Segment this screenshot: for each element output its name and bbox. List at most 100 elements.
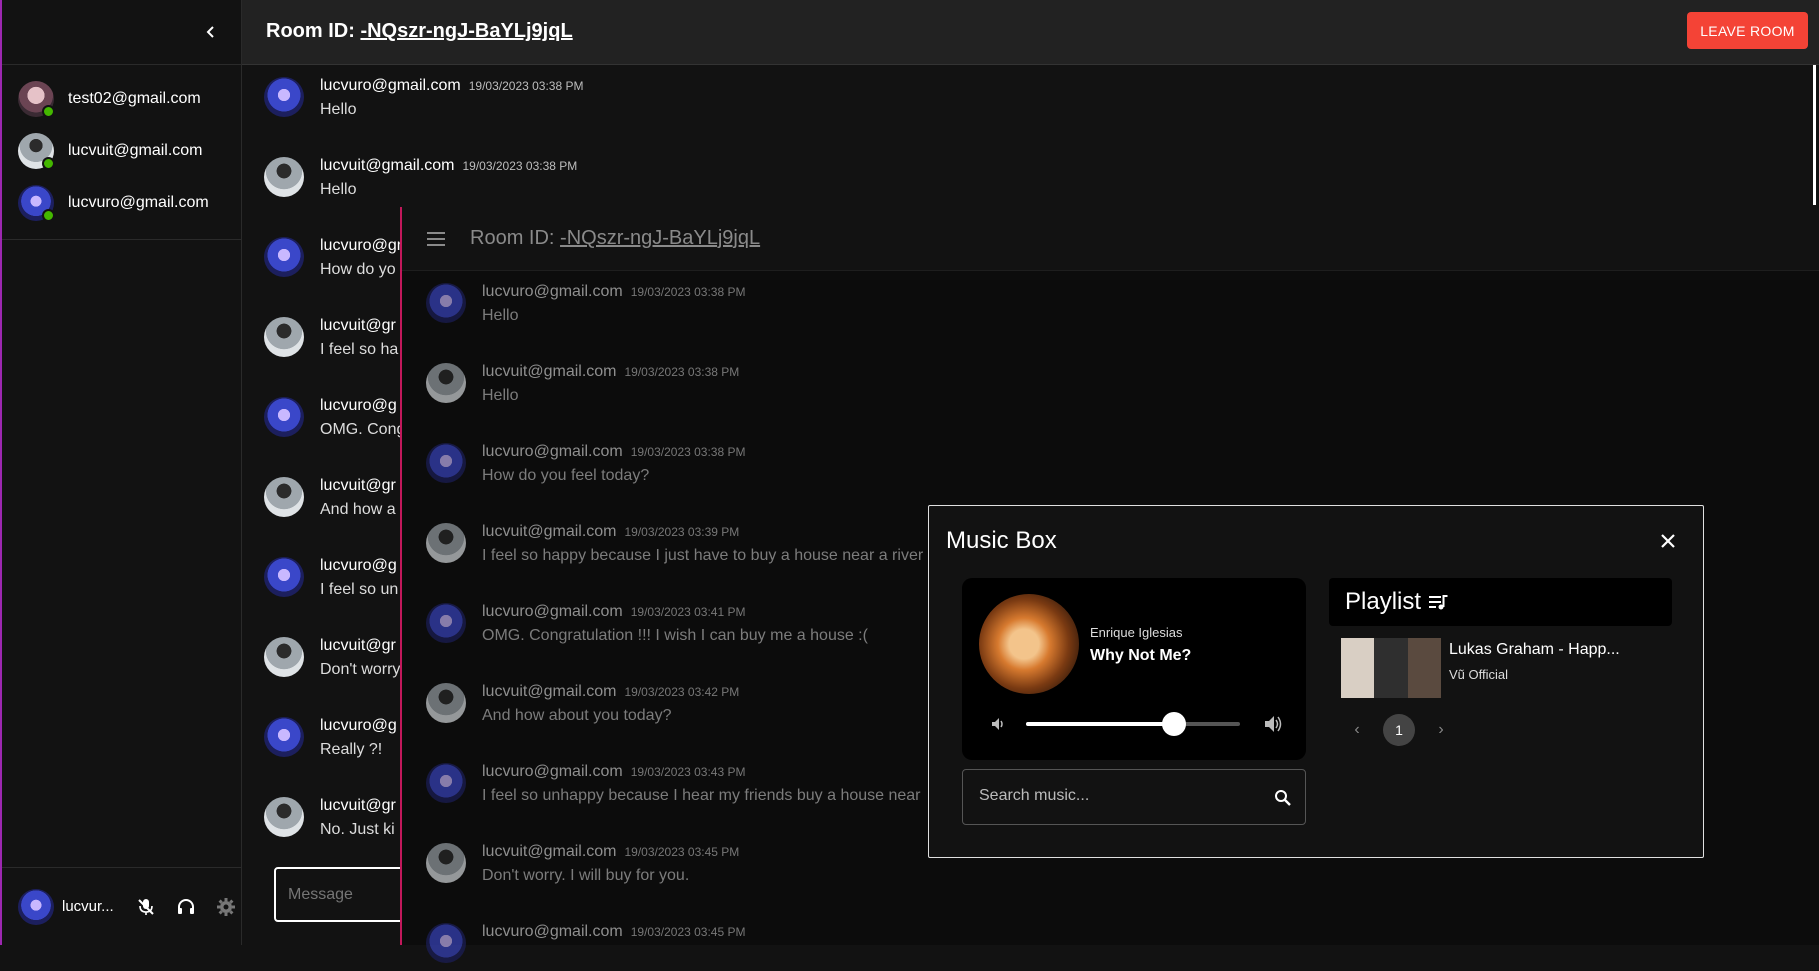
message-author-line: lucvuro@gmail.com 19/03/2023 03:41 PM — [482, 603, 746, 621]
message-text: OMG. Cong — [320, 421, 406, 438]
online-user-list: test02@gmail.com lucvuit@gmail.com lucvu… — [2, 65, 241, 240]
chevron-right-icon[interactable]: › — [1425, 714, 1457, 746]
user-email: lucvuro@gmail.com — [68, 194, 209, 211]
avatar — [18, 185, 55, 222]
message-time: 19/03/2023 03:45 PM — [624, 845, 740, 859]
user-item[interactable]: test02@gmail.com — [2, 73, 241, 125]
message-author-line: lucvuro@gmail.com 19/03/2023 03:38 PM — [482, 283, 746, 301]
message-author: lucvuro@gmail.com — [482, 443, 623, 460]
avatar — [426, 443, 466, 483]
message-time: 19/03/2023 03:43 PM — [630, 765, 746, 779]
message-time: 19/03/2023 03:45 PM — [630, 925, 746, 939]
dialog-title: Music Box — [946, 527, 1057, 554]
user-email: lucvuit@gmail.com — [68, 142, 203, 159]
music-box-dialog: Music Box Enrique Iglesias Why Not Me? P… — [928, 505, 1704, 858]
message-author: lucvuro@gmail.com — [482, 763, 623, 780]
avatar — [264, 797, 304, 837]
message-text: I feel so un — [320, 581, 399, 598]
avatar — [264, 477, 304, 517]
avatar — [264, 637, 304, 677]
user-item[interactable]: lucvuro@gmail.com — [2, 177, 241, 229]
message-text: I feel so ha — [320, 341, 399, 358]
search-icon[interactable] — [1271, 786, 1295, 810]
user-email: test02@gmail.com — [68, 90, 201, 107]
close-icon[interactable] — [1653, 526, 1683, 556]
room-label: Room ID: — [266, 20, 361, 42]
message-text: Don't worry. I will buy for you. — [482, 867, 690, 884]
message-author-line: lucvuro@gmail.com 19/03/2023 03:38 PM — [320, 77, 584, 95]
mic-off-icon[interactable] — [134, 895, 158, 919]
message-author: lucvuit@gr — [320, 317, 396, 334]
message-author: lucvuro@g — [320, 717, 397, 734]
message-time: 19/03/2023 03:41 PM — [630, 605, 746, 619]
room-header: Room ID: -NQszr-ngJ-BaYLj9jqL LEAVE ROOM — [242, 0, 1819, 65]
gear-icon[interactable] — [214, 895, 238, 919]
menu-icon[interactable] — [424, 227, 448, 251]
music-search-input[interactable] — [977, 786, 1261, 806]
message-text: Hello — [320, 181, 357, 198]
room-label: Room ID: — [470, 227, 561, 249]
music-player: Enrique Iglesias Why Not Me? — [962, 578, 1306, 760]
message-text: How do you feel today? — [482, 467, 650, 484]
avatar — [426, 763, 466, 803]
avatar — [426, 363, 466, 403]
current-user-bar: lucvur... — [2, 867, 241, 945]
volume-slider-thumb[interactable] — [1161, 712, 1186, 736]
message-text: And how a — [320, 501, 396, 518]
message-author: lucvuro@g — [320, 557, 397, 574]
room-id-link[interactable]: -NQszr-ngJ-BaYLj9jqL — [360, 20, 572, 42]
message-author-line: lucvuro@gmail.com 19/03/2023 03:38 PM — [482, 443, 746, 461]
message-text: No. Just ki — [320, 821, 395, 838]
message-author: lucvuit@gmail.com — [320, 157, 455, 174]
chevron-left-icon[interactable]: ‹ — [1341, 714, 1373, 746]
message-author: lucvuro@gmail.com — [482, 283, 623, 300]
track-title: Lukas Graham - Happ... — [1449, 641, 1620, 658]
headphones-icon[interactable] — [174, 895, 198, 919]
message-author: lucvuit@gmail.com — [482, 683, 617, 700]
chevron-left-icon[interactable] — [199, 20, 223, 44]
playlist-title: Playlist — [1345, 588, 1422, 615]
message-author-line: lucvuit@gmail.com 19/03/2023 03:42 PM — [482, 683, 739, 701]
room-id-link[interactable]: -NQszr-ngJ-BaYLj9jqL — [560, 227, 760, 249]
avatar — [426, 683, 466, 723]
track-channel: Vũ Official — [1449, 667, 1509, 682]
message-author: lucvuro@gmail.com — [482, 603, 623, 620]
message-time: 19/03/2023 03:38 PM — [462, 159, 578, 173]
message-author: lucvuro@gmail.com — [482, 923, 623, 940]
avatar — [426, 283, 466, 323]
message-text: Hello — [482, 307, 519, 324]
user-item[interactable]: lucvuit@gmail.com — [2, 125, 241, 177]
overlay-room-title: Room ID: -NQszr-ngJ-BaYLj9jqL — [470, 227, 760, 250]
online-badge — [42, 105, 55, 118]
page-title: Room ID: -NQszr-ngJ-BaYLj9jqL — [266, 20, 573, 43]
volume-slider[interactable] — [1026, 712, 1240, 736]
message-author: lucvuro@gm — [320, 237, 411, 254]
current-user-name: lucvur... — [62, 898, 114, 915]
volume-down-icon[interactable] — [988, 714, 1008, 734]
leave-room-button[interactable]: LEAVE ROOM — [1687, 12, 1808, 49]
avatar — [18, 81, 55, 118]
message-time: 19/03/2023 03:38 PM — [630, 285, 746, 299]
avatar — [264, 557, 304, 597]
message-author-line: lucvuit@gmail.com 19/03/2023 03:38 PM — [482, 363, 739, 381]
avatar — [264, 237, 304, 277]
message-author-line: lucvuit@gmail.com 19/03/2023 03:45 PM — [482, 843, 739, 861]
pagination: ‹ 1 › — [1341, 714, 1457, 746]
message-author: lucvuro@gmail.com — [320, 77, 461, 94]
message-text: I feel so unhappy because I hear my frie… — [482, 787, 921, 804]
message-author: lucvuit@gmail.com — [482, 843, 617, 860]
scrollbar[interactable] — [1813, 65, 1816, 205]
page-button[interactable]: 1 — [1383, 714, 1415, 746]
message-author-line: lucvuro@gmail.com 19/03/2023 03:45 PM — [482, 923, 746, 941]
artist-name: Enrique Iglesias — [1090, 625, 1183, 640]
message-text: And how about you today? — [482, 707, 672, 724]
volume-up-icon[interactable] — [1262, 713, 1284, 735]
playlist-track[interactable]: Lukas Graham - Happ... Vũ Official — [1341, 638, 1671, 700]
queue-music-icon — [1428, 592, 1450, 614]
message-text: I feel so happy because I just have to b… — [482, 547, 924, 564]
album-art — [979, 594, 1079, 694]
avatar — [264, 77, 304, 117]
message-text: Hello — [320, 101, 357, 118]
avatar — [426, 523, 466, 563]
avatar[interactable] — [18, 888, 54, 925]
